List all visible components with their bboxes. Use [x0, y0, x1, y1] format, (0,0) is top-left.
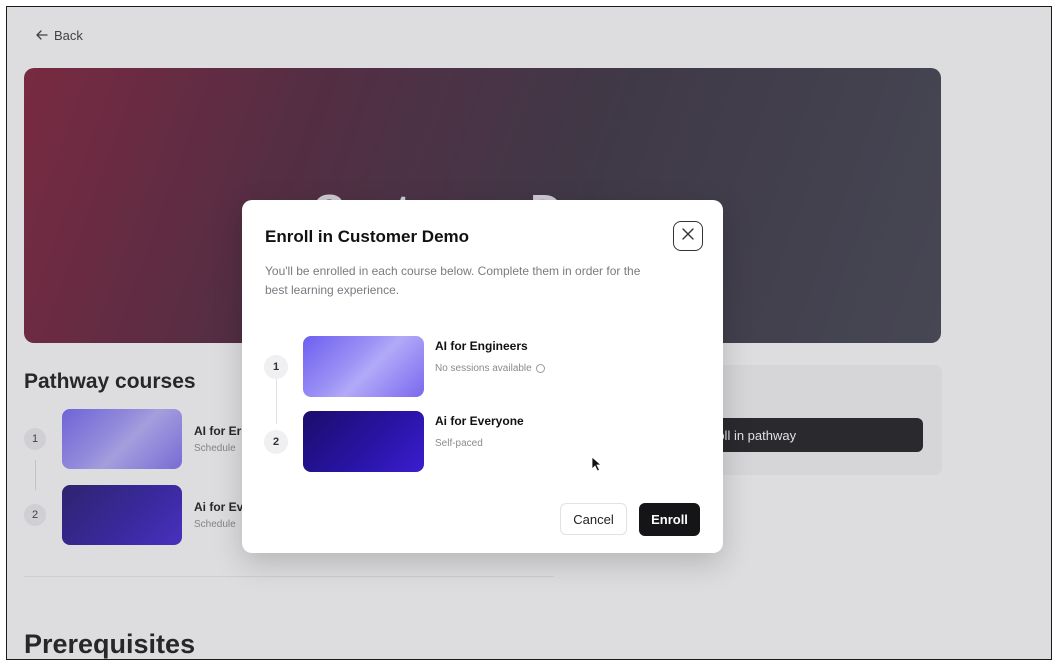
modal-course-item: 1 AI for Engineers No sessions available: [264, 336, 545, 397]
modal-title: Enroll in Customer Demo: [265, 227, 470, 246]
modal-description: You'll be enrolled in each course below.…: [265, 264, 641, 297]
course-title: Ai for Everyone: [435, 414, 524, 428]
mouse-pointer-icon: [591, 456, 603, 477]
modal-course-item: 2 Ai for Everyone Self-paced: [264, 411, 524, 472]
close-icon: [681, 227, 695, 246]
course-subtitle: Self-paced: [435, 438, 483, 449]
enroll-modal: Enroll in Customer Demo You'll be enroll…: [242, 200, 723, 553]
close-button[interactable]: [673, 221, 703, 251]
info-icon[interactable]: [535, 364, 545, 373]
course-thumbnail: [303, 411, 424, 472]
enroll-button[interactable]: Enroll: [639, 503, 700, 536]
course-thumbnail: [303, 336, 424, 397]
course-number: 2: [264, 430, 288, 454]
course-subtitle: No sessions available: [435, 363, 532, 374]
course-title: AI for Engineers: [435, 339, 528, 353]
cancel-button[interactable]: Cancel: [560, 503, 627, 535]
course-number: 1: [264, 355, 288, 379]
app-frame: Back Customer Demo Pathway courses 1 AI …: [6, 6, 1052, 660]
